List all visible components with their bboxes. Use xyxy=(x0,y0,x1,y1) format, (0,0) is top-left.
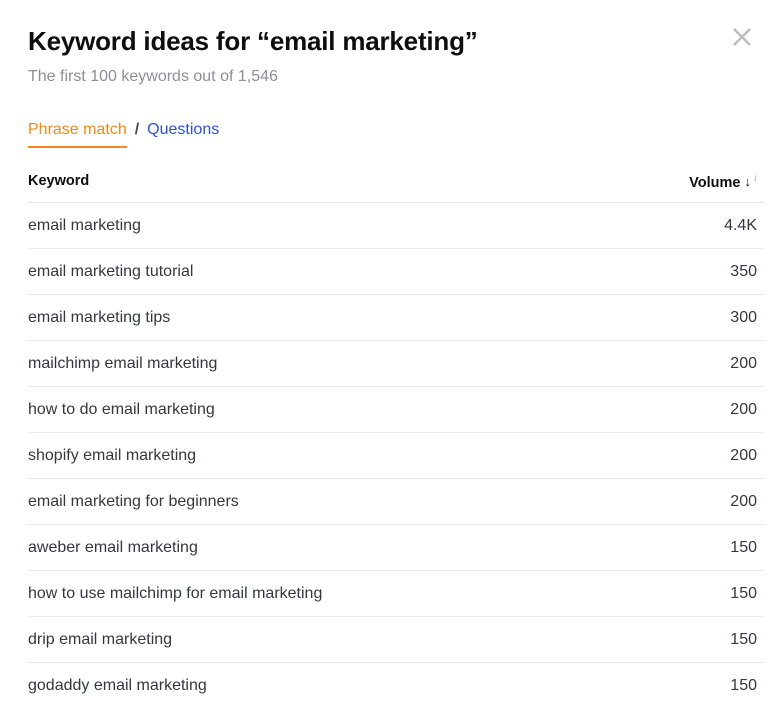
volume-cell: 200 xyxy=(588,341,764,387)
info-icon[interactable]: i xyxy=(754,172,757,184)
keyword-cell[interactable]: how to do email marketing xyxy=(28,387,588,433)
table-row[interactable]: email marketing tips300 xyxy=(28,295,764,341)
close-button[interactable] xyxy=(725,20,759,54)
volume-cell: 200 xyxy=(588,387,764,433)
table-row[interactable]: how to use mailchimp for email marketing… xyxy=(28,571,764,617)
keyword-cell[interactable]: email marketing tutorial xyxy=(28,249,588,295)
table-row[interactable]: godaddy email marketing150 xyxy=(28,663,764,708)
table-row[interactable]: how to do email marketing200 xyxy=(28,387,764,433)
keyword-ideas-table: Keyword Volume↓i email marketing4.4Kemai… xyxy=(28,160,764,708)
keyword-cell[interactable]: how to use mailchimp for email marketing xyxy=(28,571,588,617)
table-row[interactable]: drip email marketing150 xyxy=(28,617,764,663)
match-type-tabs: Phrase match / Questions xyxy=(28,119,219,148)
volume-cell: 150 xyxy=(588,571,764,617)
keyword-ideas-modal: Keyword ideas for “email marketing” The … xyxy=(0,0,777,704)
volume-cell: 300 xyxy=(588,295,764,341)
table-row[interactable]: email marketing for beginners200 xyxy=(28,479,764,525)
table-header-row: Keyword Volume ↓i xyxy=(28,160,764,203)
keyword-cell[interactable]: aweber email marketing xyxy=(28,525,588,571)
sort-descending-arrow-icon[interactable]: ↓ xyxy=(744,174,751,189)
table-head: Keyword Volume ↓i xyxy=(28,160,764,203)
volume-cell: 150 xyxy=(588,663,764,708)
keyword-cell[interactable]: email marketing xyxy=(28,203,588,249)
tab-questions[interactable]: Questions xyxy=(147,119,219,141)
table-row[interactable]: email marketing4.4K xyxy=(28,203,764,249)
page-title: Keyword ideas for “email marketing” xyxy=(28,24,478,58)
table-row[interactable]: mailchimp email marketing200 xyxy=(28,341,764,387)
column-header-keyword[interactable]: Keyword xyxy=(28,160,588,203)
volume-cell: 150 xyxy=(588,617,764,663)
table-body: email marketing4.4Kemail marketing tutor… xyxy=(28,203,764,708)
volume-cell: 150 xyxy=(588,525,764,571)
column-header-volume-label: Volume xyxy=(689,174,740,190)
keyword-cell[interactable]: godaddy email marketing xyxy=(28,663,588,708)
column-header-volume[interactable]: Volume ↓i xyxy=(588,160,764,203)
close-icon xyxy=(731,26,753,48)
volume-cell: 4.4K xyxy=(588,203,764,249)
keyword-cell[interactable]: mailchimp email marketing xyxy=(28,341,588,387)
volume-cell: 200 xyxy=(588,433,764,479)
volume-cell: 350 xyxy=(588,249,764,295)
tab-phrase-match[interactable]: Phrase match xyxy=(28,119,127,148)
table-row[interactable]: shopify email marketing200 xyxy=(28,433,764,479)
keyword-cell[interactable]: email marketing tips xyxy=(28,295,588,341)
modal-subtitle: The first 100 keywords out of 1,546 xyxy=(28,66,278,88)
tab-separator: / xyxy=(127,119,147,141)
volume-cell: 200 xyxy=(588,479,764,525)
keyword-cell[interactable]: shopify email marketing xyxy=(28,433,588,479)
keyword-cell[interactable]: email marketing for beginners xyxy=(28,479,588,525)
keyword-cell[interactable]: drip email marketing xyxy=(28,617,588,663)
table-row[interactable]: email marketing tutorial350 xyxy=(28,249,764,295)
table-row[interactable]: aweber email marketing150 xyxy=(28,525,764,571)
